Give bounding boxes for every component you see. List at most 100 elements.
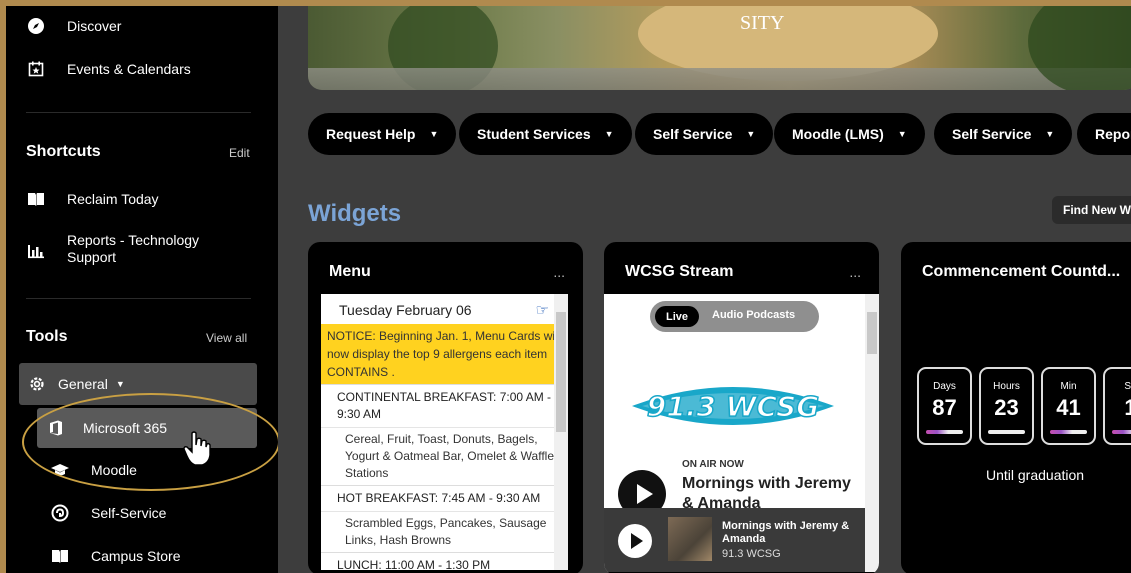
commencement-countdown-widget: Commencement Countd... Days 87 Hours 23 … <box>901 242 1131 573</box>
nav-pill-student-services[interactable]: Student Services ▼ <box>459 113 632 155</box>
sidebar-item-label: Events & Calendars <box>67 61 191 77</box>
gear-icon <box>28 375 46 393</box>
countdown-label: Se <box>1124 381 1131 392</box>
wcsg-logo: 91.3 WCSG <box>632 387 834 425</box>
tool-label: Self-Service <box>91 505 167 521</box>
logo-text: 91.3 WCSG <box>647 390 819 423</box>
menu-section-heading: CONTINENTAL BREAKFAST: 7:00 AM - 9:30 AM <box>321 384 567 427</box>
nav-pill-reports[interactable]: Repor <box>1077 113 1131 155</box>
menu-section-heading: HOT BREAKFAST: 7:45 AM - 9:30 AM <box>321 485 567 511</box>
countdown-value: 41 <box>1056 395 1081 420</box>
widget-more-button[interactable]: ... <box>553 264 565 280</box>
nav-pill-request-help[interactable]: Request Help ▼ <box>308 113 457 155</box>
shortcuts-edit-link[interactable]: Edit <box>229 146 250 160</box>
countdown-progress <box>926 430 963 434</box>
calendar-icon <box>26 59 46 79</box>
tool-microsoft-365[interactable]: Microsoft 365 <box>37 408 257 448</box>
countdown-label: Min <box>1060 381 1077 392</box>
pill-label: Moodle (LMS) <box>792 126 884 142</box>
shortcut-reclaim-today[interactable]: Reclaim Today <box>26 189 159 209</box>
player-play-button[interactable] <box>618 524 652 558</box>
book-icon <box>50 546 70 566</box>
tool-label: Microsoft 365 <box>83 420 168 436</box>
nav-pill-moodle[interactable]: Moodle (LMS) ▼ <box>774 113 925 155</box>
countdown-hours: Hours 23 <box>979 367 1034 445</box>
menu-notice: NOTICE: Beginning Jan. 1, Menu Cards wil… <box>321 324 567 384</box>
general-label: General <box>58 376 108 392</box>
countdown-caption: Until graduation <box>986 467 1085 483</box>
menu-date: Tuesday February 06 <box>339 302 472 318</box>
pill-label: Self Service <box>653 126 733 142</box>
menu-scrollbar[interactable] <box>554 294 568 570</box>
tool-label: Moodle <box>91 462 137 478</box>
widgets-title: Widgets <box>308 200 402 227</box>
widget-title: WCSG Stream <box>625 263 734 280</box>
compass-icon <box>26 16 46 36</box>
countdown-value: 87 <box>932 395 957 420</box>
tab-live[interactable]: Live <box>655 306 699 327</box>
stream-scrollbar[interactable] <box>865 294 879 572</box>
tools-view-all-link[interactable]: View all <box>206 331 247 345</box>
countdown-label: Hours <box>993 381 1020 392</box>
pill-label: Repor <box>1095 126 1131 142</box>
audio-player: Mornings with Jeremy & Amanda 91.3 WCSG <box>604 508 865 572</box>
widget-title: Commencement Countd... <box>922 263 1121 280</box>
find-new-widgets-button[interactable]: Find New Wi <box>1052 196 1131 224</box>
nav-pill-self-service-2[interactable]: Self Service ▼ <box>934 113 1073 155</box>
caret-down-icon: ▼ <box>604 129 614 139</box>
tool-campus-store[interactable]: Campus Store <box>50 546 180 566</box>
book-icon <box>26 189 46 209</box>
player-station: 91.3 WCSG <box>722 548 781 560</box>
countdown-minutes: Min 41 <box>1041 367 1096 445</box>
show-thumbnail <box>668 517 712 561</box>
bar-chart-icon <box>26 241 46 261</box>
tools-category-general[interactable]: General ▼ <box>19 363 257 405</box>
countdown-seconds: Se 1 <box>1103 367 1131 445</box>
self-service-icon <box>50 503 70 523</box>
wcsg-stream-widget: WCSG Stream ... Live Audio Podcasts 91.3… <box>604 242 879 573</box>
caret-down-icon: ▼ <box>746 129 756 139</box>
sidebar-item-discover[interactable]: Discover <box>26 16 121 36</box>
sidebar-item-label: Reclaim Today <box>67 191 159 207</box>
pill-label: Self Service <box>952 126 1032 142</box>
nav-pill-self-service[interactable]: Self Service ▼ <box>635 113 774 155</box>
sidebar: Discover Events & Calendars Shortcuts Ed… <box>6 6 280 573</box>
sidebar-item-events[interactable]: Events & Calendars <box>26 59 191 79</box>
office-icon <box>49 420 63 436</box>
caret-down-icon: ▼ <box>115 379 125 389</box>
divider <box>26 298 251 299</box>
menu-section-items: Cereal, Fruit, Toast, Donuts, Bagels, Yo… <box>321 427 567 485</box>
main-content: SITY Request Help ▼ Student Services ▼ Sel… <box>278 6 1131 573</box>
caret-down-icon: ▼ <box>429 129 439 139</box>
menu-widget: Menu ... Tuesday February 06 ☞ NOTICE: B… <box>308 242 583 573</box>
pill-label: Student Services <box>477 126 591 142</box>
widget-title: Menu <box>329 263 371 280</box>
stream-content: Live Audio Podcasts 91.3 WCSG ON AIR NOW… <box>604 294 865 572</box>
pill-label: Request Help <box>326 126 416 142</box>
app-frame: Discover Events & Calendars Shortcuts Ed… <box>6 6 1131 573</box>
tab-audio-podcasts[interactable]: Audio Podcasts <box>712 309 795 321</box>
countdown-days: Days 87 <box>917 367 972 445</box>
menu-section-heading: LUNCH: 11:00 AM - 1:30 PM <box>321 552 567 570</box>
player-title: Mornings with Jeremy & Amanda <box>722 520 850 545</box>
divider <box>26 112 251 113</box>
menu-date-row: Tuesday February 06 ☞ <box>321 294 567 324</box>
sidebar-item-label: Reports - Technology Support <box>67 232 200 265</box>
tool-moodle[interactable]: Moodle <box>50 460 137 480</box>
tool-label: Campus Store <box>91 548 181 564</box>
shortcuts-title: Shortcuts <box>26 143 101 160</box>
shortcut-reports[interactable]: Reports - Technology Support <box>26 232 217 266</box>
caret-down-icon: ▼ <box>1045 129 1055 139</box>
tools-title: Tools <box>26 328 68 345</box>
stream-toggle: Live Audio Podcasts <box>650 301 819 332</box>
graduation-cap-icon <box>50 460 70 480</box>
menu-section-items: Scrambled Eggs, Pancakes, Sausage Links,… <box>321 511 567 552</box>
countdown-value: 1 <box>1124 395 1131 420</box>
hand-cursor-icon <box>183 431 213 472</box>
sidebar-item-label: Discover <box>67 18 122 34</box>
tool-self-service[interactable]: Self-Service <box>50 503 166 523</box>
on-air-label: ON AIR NOW <box>682 459 744 470</box>
widget-more-button[interactable]: ... <box>849 264 861 280</box>
countdown-progress <box>1050 430 1087 434</box>
pointing-hand-icon[interactable]: ☞ <box>536 301 549 319</box>
